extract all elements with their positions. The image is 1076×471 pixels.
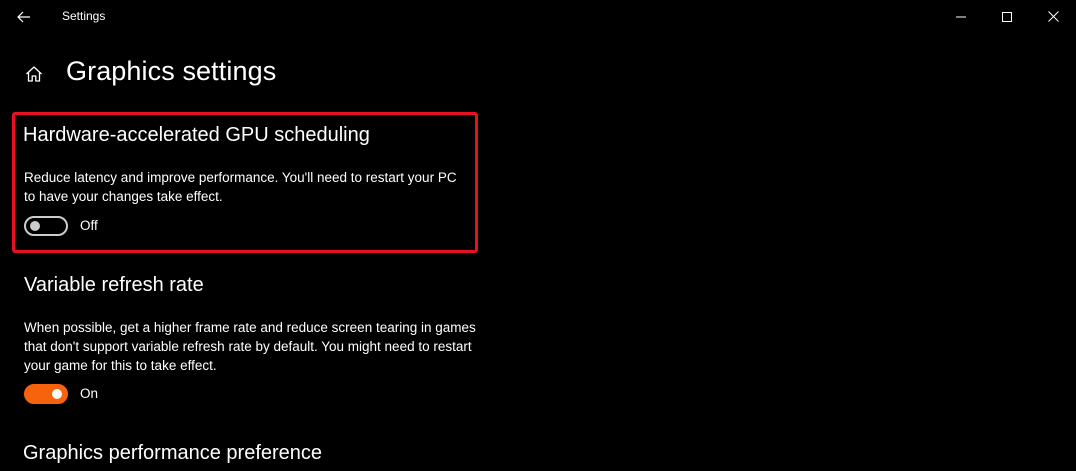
home-button[interactable] [20, 60, 48, 88]
page-title: Graphics settings [66, 56, 277, 86]
back-arrow-icon [17, 11, 30, 22]
close-button[interactable] [1030, 0, 1076, 33]
settings-window: Settings Graphics settings Hardware-acce… [0, 0, 1076, 471]
gpu-scheduling-toggle[interactable] [24, 216, 68, 236]
gpu-scheduling-description: Reduce latency and improve performance. … [24, 170, 457, 204]
variable-refresh-title: Variable refresh rate [24, 274, 204, 296]
toggle-knob [30, 221, 40, 231]
performance-preference-title: Graphics performance preference [23, 442, 323, 464]
variable-refresh-toggle-state: On [80, 386, 99, 401]
gpu-scheduling-title: Hardware-accelerated GPU scheduling [23, 124, 370, 146]
variable-refresh-description: When possible, get a higher frame rate a… [24, 320, 476, 373]
window-title: Settings [62, 9, 106, 23]
toggle-knob [52, 389, 62, 399]
variable-refresh-toggle[interactable] [24, 384, 68, 404]
gpu-scheduling-toggle-state: Off [80, 218, 98, 233]
maximize-button[interactable] [984, 0, 1030, 33]
maximize-icon [1002, 11, 1012, 22]
title-bar: Settings [0, 0, 1076, 33]
minimize-button[interactable] [938, 0, 984, 33]
home-icon [26, 66, 42, 82]
close-icon [1047, 11, 1059, 22]
back-button[interactable] [0, 0, 48, 33]
minimize-icon [956, 16, 966, 17]
